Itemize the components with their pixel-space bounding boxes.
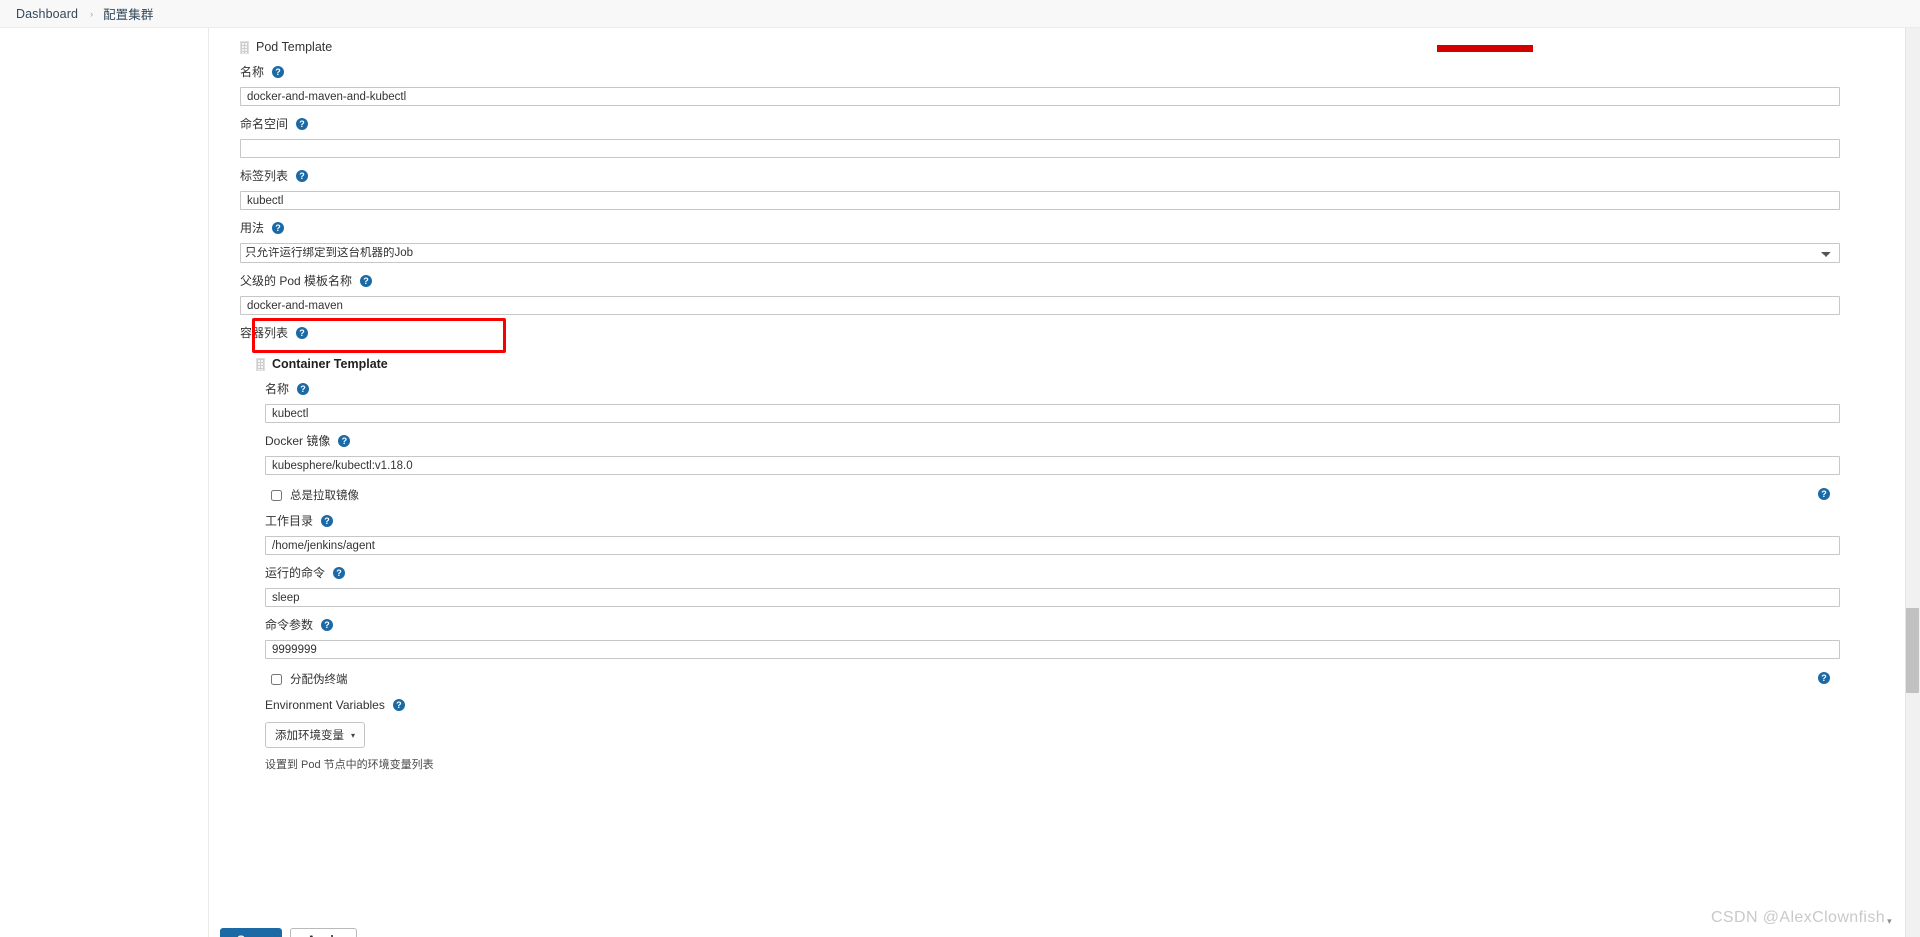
field-command-args: 命令参数 ?	[265, 616, 1840, 659]
field-environment-variables: Environment Variables ? 添加环境变量 ▾ 设置到 Pod…	[265, 696, 1840, 772]
label-pod-usage-text: 用法	[240, 221, 265, 235]
field-pod-name: 名称 ?	[240, 63, 1840, 106]
label-pod-labels: 标签列表 ?	[240, 167, 1840, 185]
label-docker-image-text: Docker 镜像	[265, 434, 331, 448]
field-pod-usage: 用法 ? 尽可能的使用这个节点只允许运行绑定到这台机器的Job	[240, 219, 1840, 263]
checkbox-row-always-pull: 总是拉取镜像 ?	[265, 487, 1840, 503]
label-pod-labels-text: 标签列表	[240, 169, 289, 183]
container-template-title: Container Template	[272, 357, 388, 371]
label-environment-variables-text: Environment Variables	[265, 698, 385, 712]
environment-variables-hint: 设置到 Pod 节点中的环境变量列表	[265, 759, 434, 771]
input-pod-labels[interactable]	[240, 191, 1840, 210]
field-container-name: 名称 ?	[265, 380, 1840, 423]
help-icon[interactable]: ?	[297, 383, 310, 395]
label-always-pull-image: 总是拉取镜像	[290, 490, 359, 502]
label-working-dir-text: 工作目录	[265, 514, 314, 528]
label-working-dir: 工作目录 ?	[265, 512, 1840, 530]
sidebar-column	[0, 28, 209, 937]
help-icon[interactable]: ?	[392, 699, 405, 711]
pod-template-section: Pod Template 名称 ? 命名空间 ?	[240, 40, 1840, 772]
select-pod-usage[interactable]: 尽可能的使用这个节点只允许运行绑定到这台机器的Job	[240, 243, 1840, 263]
field-container-list: 容器列表 ?	[240, 324, 1840, 342]
watermark-caret-icon: ▾	[1887, 916, 1892, 926]
watermark: CSDN @AlexClownfish ▾	[1711, 909, 1892, 927]
label-command-text: 运行的命令	[265, 566, 326, 580]
breadcrumb-item-configure-cluster[interactable]: 配置集群	[103, 4, 153, 23]
apply-button[interactable]: Apply	[290, 928, 358, 937]
label-container-name-text: 名称	[265, 382, 290, 396]
chevron-down-icon: ▾	[351, 730, 356, 740]
help-icon[interactable]: ?	[272, 222, 285, 234]
breadcrumb-item-dashboard[interactable]: Dashboard	[16, 7, 78, 21]
page-body: Pod Template 名称 ? 命名空间 ?	[0, 28, 1920, 937]
field-parent-pod-template: 父级的 Pod 模板名称 ?	[240, 272, 1840, 315]
input-docker-image[interactable]	[265, 456, 1840, 475]
label-parent-pod-template: 父级的 Pod 模板名称 ?	[240, 272, 1840, 290]
help-icon[interactable]: ?	[338, 435, 351, 447]
label-container-list-text: 容器列表	[240, 326, 289, 340]
field-docker-image: Docker 镜像 ?	[265, 432, 1840, 475]
help-icon[interactable]: ?	[296, 118, 309, 130]
input-parent-pod-template[interactable]	[240, 296, 1840, 315]
scrollbar-thumb[interactable]	[1906, 608, 1919, 693]
input-pod-namespace[interactable]	[240, 139, 1840, 158]
label-command-args-text: 命令参数	[265, 618, 314, 632]
drag-handle-icon[interactable]	[240, 40, 249, 54]
save-button[interactable]: Save	[220, 928, 283, 937]
checkbox-row-allocate-tty: 分配伪终端 ?	[265, 671, 1840, 687]
pod-template-header: Pod Template	[240, 40, 1840, 54]
add-environment-variable-button[interactable]: 添加环境变量 ▾	[265, 722, 366, 748]
field-working-dir: 工作目录 ?	[265, 512, 1840, 555]
pod-template-title: Pod Template	[256, 40, 333, 54]
help-icon[interactable]: ?	[296, 170, 309, 182]
field-pod-namespace: 命名空间 ?	[240, 115, 1840, 158]
help-icon[interactable]: ?	[333, 567, 346, 579]
label-parent-pod-template-text: 父级的 Pod 模板名称	[240, 274, 353, 288]
top-annotation-marker	[1437, 45, 1533, 52]
container-template-header: Container Template	[256, 357, 1840, 371]
checkbox-allocate-tty[interactable]	[271, 673, 282, 685]
input-container-name[interactable]	[265, 404, 1840, 423]
help-icon[interactable]: ?	[296, 327, 309, 339]
input-pod-name[interactable]	[240, 87, 1840, 106]
field-command: 运行的命令 ?	[265, 564, 1840, 607]
main-content: Pod Template 名称 ? 命名空间 ?	[210, 28, 1920, 937]
label-command-args: 命令参数 ?	[265, 616, 1840, 634]
input-command[interactable]	[265, 588, 1840, 607]
field-pod-labels: 标签列表 ?	[240, 167, 1840, 210]
label-pod-name-text: 名称	[240, 65, 265, 79]
label-docker-image: Docker 镜像 ?	[265, 432, 1840, 450]
form-actions: Save Apply	[220, 928, 358, 937]
help-icon[interactable]: ?	[360, 275, 373, 287]
checkbox-always-pull-image[interactable]	[271, 489, 282, 501]
label-pod-namespace-text: 命名空间	[240, 117, 289, 131]
container-template-section: Container Template 名称 ? Docker	[256, 357, 1840, 772]
breadcrumb: Dashboard › 配置集群	[0, 0, 1920, 28]
container-template-fields: 名称 ? Docker 镜像 ?	[265, 380, 1840, 772]
label-pod-namespace: 命名空间 ?	[240, 115, 1840, 133]
label-environment-variables: Environment Variables ?	[265, 696, 1840, 714]
label-container-name: 名称 ?	[265, 380, 1840, 398]
input-working-dir[interactable]	[265, 536, 1840, 555]
watermark-text: CSDN @AlexClownfish	[1710, 909, 1886, 926]
label-command: 运行的命令 ?	[265, 564, 1840, 582]
label-container-list: 容器列表 ?	[240, 324, 1840, 342]
breadcrumb-separator-icon: ›	[90, 8, 94, 19]
help-icon[interactable]: ?	[1818, 488, 1830, 500]
label-pod-usage: 用法 ?	[240, 219, 1840, 237]
label-pod-name: 名称 ?	[240, 63, 1840, 81]
add-environment-variable-label: 添加环境变量	[275, 730, 344, 742]
drag-handle-icon[interactable]	[256, 357, 265, 371]
input-command-args[interactable]	[265, 640, 1840, 659]
vertical-scrollbar[interactable]	[1905, 28, 1920, 937]
help-icon[interactable]: ?	[321, 619, 334, 631]
help-icon[interactable]: ?	[1818, 672, 1830, 684]
help-icon[interactable]: ?	[272, 66, 285, 78]
label-allocate-tty: 分配伪终端	[290, 674, 348, 686]
help-icon[interactable]: ?	[321, 515, 334, 527]
